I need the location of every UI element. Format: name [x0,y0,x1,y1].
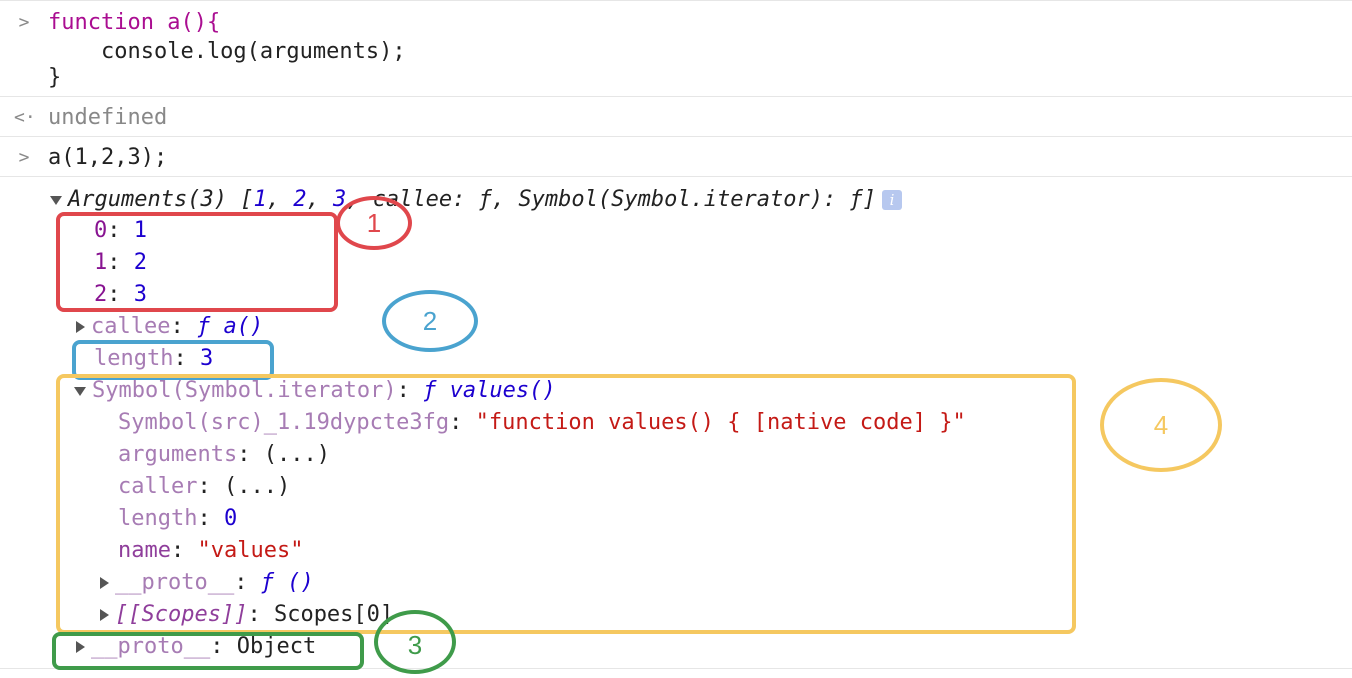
annotation-circle-1: 1 [336,196,412,250]
prompt-chevron-icon: > [18,147,30,168]
summary-rest: , callee: ƒ, Symbol(Symbol.iterator): ƒ] [346,187,876,212]
output-undefined: undefined [48,105,168,130]
summary-value: 1 [253,187,267,212]
callee-property[interactable]: callee: ƒ a() [76,312,263,342]
property-value: ƒ a() [196,314,264,339]
input-code-text: function a(){ [48,10,221,35]
top-border [0,0,1352,1]
annotation-box-4 [56,374,1076,634]
prompt-chevron-icon: > [18,12,30,33]
input-code-line-1[interactable]: function a(){ [48,8,220,38]
property-key: callee [91,314,171,339]
input-code-text: } [48,65,62,90]
input-code-text: console.log(arguments); [48,39,406,64]
input-code-call[interactable]: a(1,2,3); [48,143,167,173]
annotation-circle-3: 3 [374,610,456,674]
summary-value: 2 [293,187,307,212]
divider [0,176,1352,177]
divider [0,136,1352,137]
return-arrow-icon: <· [14,107,36,128]
input-code-line-2[interactable]: console.log(arguments); [48,37,406,67]
expand-triangle-icon[interactable] [50,195,62,205]
arguments-summary[interactable]: Arguments(3) [1, 2, 3, callee: ƒ, Symbol… [50,185,902,215]
annotation-box-3 [52,632,364,670]
info-icon[interactable]: i [882,190,902,210]
divider [0,96,1352,97]
annotation-circle-2: 2 [382,290,478,352]
input-code-line-3[interactable]: } [48,63,61,93]
summary-label: Arguments(3) [ [68,187,254,212]
annotation-box-1 [56,212,338,312]
collapse-triangle-icon[interactable] [76,321,85,333]
annotation-circle-4: 4 [1100,378,1222,472]
